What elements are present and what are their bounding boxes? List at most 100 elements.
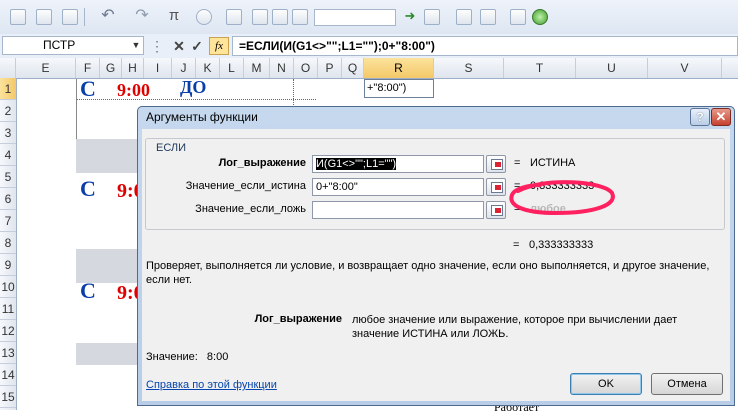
cancel-formula-icon[interactable]: ✕ [172, 37, 186, 55]
row-header-active[interactable]: 1 [0, 78, 16, 100]
ok-button[interactable]: OK [570, 373, 642, 395]
column-header[interactable]: S [434, 58, 504, 78]
help-link[interactable]: Справка по этой функции [146, 379, 277, 391]
value-line: Значение: 8:00 [146, 351, 228, 363]
collapse-dialog-icon[interactable] [486, 178, 506, 196]
row-header[interactable]: 5 [0, 166, 16, 188]
column-header[interactable]: L [220, 58, 244, 78]
name-box[interactable]: ПСТР [2, 36, 144, 55]
cancel-button[interactable]: Отмена [651, 373, 723, 395]
table-icon[interactable] [36, 9, 52, 25]
column-header[interactable]: E [16, 58, 76, 78]
insert-function-button[interactable]: fx [209, 37, 229, 55]
row-headers: 1 2 3 4 5 6 7 8 9 10 11 12 13 14 15 [0, 78, 17, 410]
go-arrow-icon[interactable]: ➜ [402, 9, 418, 25]
circle-icon[interactable] [532, 9, 548, 25]
column-header[interactable]: G [100, 58, 122, 78]
row-header[interactable]: 14 [0, 364, 16, 386]
current-arg-name: Лог_выражение [254, 313, 342, 325]
camera-icon[interactable] [252, 9, 268, 25]
image-icon[interactable] [226, 9, 242, 25]
value-text: 8:00 [206, 351, 229, 363]
row-header[interactable]: 13 [0, 342, 16, 364]
arg-label-true: Значение_если_истина [185, 180, 306, 192]
dotted-border [76, 99, 316, 101]
row-header[interactable]: 4 [0, 144, 16, 166]
row-header[interactable]: 9 [0, 254, 16, 276]
arg-label-condition: Лог_выражение [218, 157, 306, 169]
sheet-letter-c: С [80, 76, 96, 101]
row-header[interactable]: 3 [0, 122, 16, 144]
pi-icon[interactable]: π [166, 8, 182, 25]
grid-icon[interactable] [62, 9, 78, 25]
equals-sign: = [513, 239, 520, 251]
chevron-down-icon[interactable]: ▼ [130, 37, 142, 53]
equals-sign: = [514, 157, 521, 169]
function-arguments-dialog: Аргументы функции ? ✕ ЕСЛИ Лог_выражение… [137, 106, 735, 406]
collapse-dialog-icon[interactable] [486, 201, 506, 219]
help-button[interactable]: ? [690, 108, 710, 126]
sheet-time: 9:00 [117, 80, 150, 100]
undo-icon[interactable]: ↶ [100, 8, 116, 25]
row-header[interactable]: 6 [0, 188, 16, 210]
function-group: ЕСЛИ Лог_выражение И(G1<>"";L1="") = ИСТ… [145, 138, 725, 230]
active-cell-r1[interactable]: +"8:00") [364, 79, 434, 98]
row-header[interactable]: 11 [0, 298, 16, 320]
collapse-dialog-icon[interactable] [486, 155, 506, 173]
column-header[interactable]: I [144, 58, 172, 78]
row-header[interactable]: 2 [0, 100, 16, 122]
form-icon[interactable] [510, 9, 526, 25]
function-name: ЕСЛИ [154, 142, 189, 154]
formula-input[interactable]: =ЕСЛИ(И(G1<>"";L1="");0+"8:00") [232, 36, 738, 56]
shapes-icon[interactable] [272, 9, 288, 25]
redo-icon[interactable]: ↷ [134, 8, 150, 25]
cell-border [76, 79, 77, 139]
toolbar-separator [84, 8, 85, 26]
dotted-border [293, 79, 295, 109]
toolbar-input[interactable] [314, 9, 396, 26]
checkbox-icon[interactable] [10, 9, 26, 25]
column-header[interactable]: P [318, 58, 342, 78]
sheet-letter-c: С [80, 278, 96, 303]
column-header[interactable]: J [172, 58, 196, 78]
column-header[interactable]: T [504, 58, 576, 78]
column-header[interactable]: N [270, 58, 294, 78]
function-description: Проверяет, выполняется ли условие, и воз… [146, 260, 710, 286]
close-button[interactable]: ✕ [711, 108, 731, 126]
function-icon[interactable] [196, 9, 212, 25]
delete-icon[interactable] [456, 9, 472, 25]
highlight-circle [509, 180, 615, 216]
drag-handle-icon[interactable]: ⋮ [150, 37, 166, 55]
format-icon[interactable] [292, 9, 308, 25]
row-header[interactable]: 10 [0, 276, 16, 298]
select-all-corner[interactable] [0, 58, 16, 78]
row-header[interactable]: 8 [0, 232, 16, 254]
copy-icon[interactable] [480, 9, 496, 25]
sheet-do-label: ДО [180, 77, 207, 97]
enter-formula-icon[interactable]: ✓ [190, 37, 204, 55]
arg-input-false[interactable] [312, 201, 484, 219]
column-header[interactable]: M [244, 58, 270, 78]
column-headers: E F G H I J K L M N O P Q R S T U V [0, 58, 738, 79]
column-header[interactable]: F [76, 58, 100, 78]
column-header[interactable]: O [294, 58, 318, 78]
dialog-body: ЕСЛИ Лог_выражение И(G1<>"";L1="") = ИСТ… [142, 129, 730, 401]
arg-label-false: Значение_если_ложь [195, 203, 306, 215]
row-header[interactable]: 7 [0, 210, 16, 232]
formula-result: 0,333333333 [529, 239, 594, 251]
column-header-active[interactable]: R [364, 58, 434, 78]
column-header[interactable]: V [648, 58, 722, 78]
column-header[interactable]: K [196, 58, 220, 78]
sheet-letter-c: С [80, 176, 96, 201]
selected-text: И(G1<>"";L1="") [316, 158, 397, 170]
column-header[interactable]: Q [342, 58, 364, 78]
row-header[interactable]: 15 [0, 386, 16, 408]
column-header[interactable]: H [122, 58, 144, 78]
current-arg-description: любое значение или выражение, которое пр… [352, 314, 678, 340]
paste-icon[interactable] [424, 9, 440, 25]
row-header[interactable]: 12 [0, 320, 16, 342]
column-header[interactable]: U [576, 58, 648, 78]
arg-input-true[interactable]: 0+"8:00" [312, 178, 484, 196]
value-label: Значение: [146, 351, 198, 363]
arg-input-condition[interactable]: И(G1<>"";L1="") [312, 155, 484, 173]
